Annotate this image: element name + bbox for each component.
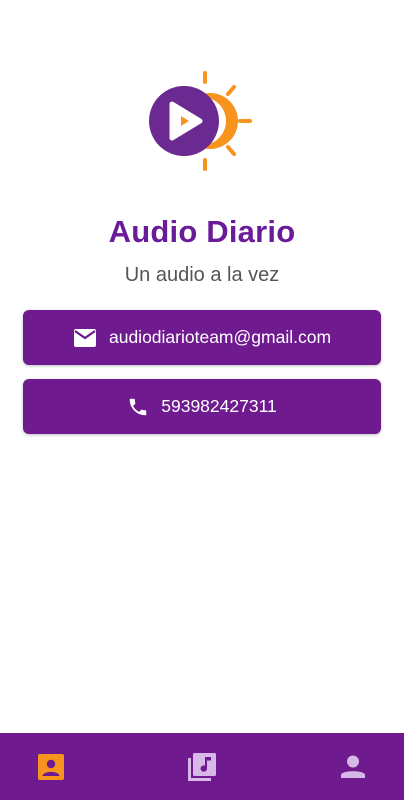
music-library-icon xyxy=(188,752,216,781)
nav-item-library[interactable] xyxy=(172,733,232,800)
logo-play-sun-icon xyxy=(149,71,252,171)
phone-icon xyxy=(127,396,149,418)
app-title: Audio Diario xyxy=(108,214,296,249)
phone-button[interactable]: 593982427311 xyxy=(23,379,381,434)
nav-item-contact[interactable] xyxy=(21,733,81,800)
email-label: audiodiarioteam@gmail.com xyxy=(108,327,332,347)
app-logo xyxy=(148,68,256,174)
app-subtitle: Un audio a la vez xyxy=(124,264,280,286)
person-icon xyxy=(341,755,365,778)
bottom-nav xyxy=(0,733,404,800)
phone-label: 593982427311 xyxy=(161,396,277,416)
contact-card-icon xyxy=(38,753,64,780)
email-button[interactable]: audiodiarioteam@gmail.com xyxy=(23,310,381,365)
email-icon xyxy=(73,328,97,348)
nav-item-profile[interactable] xyxy=(323,733,383,800)
